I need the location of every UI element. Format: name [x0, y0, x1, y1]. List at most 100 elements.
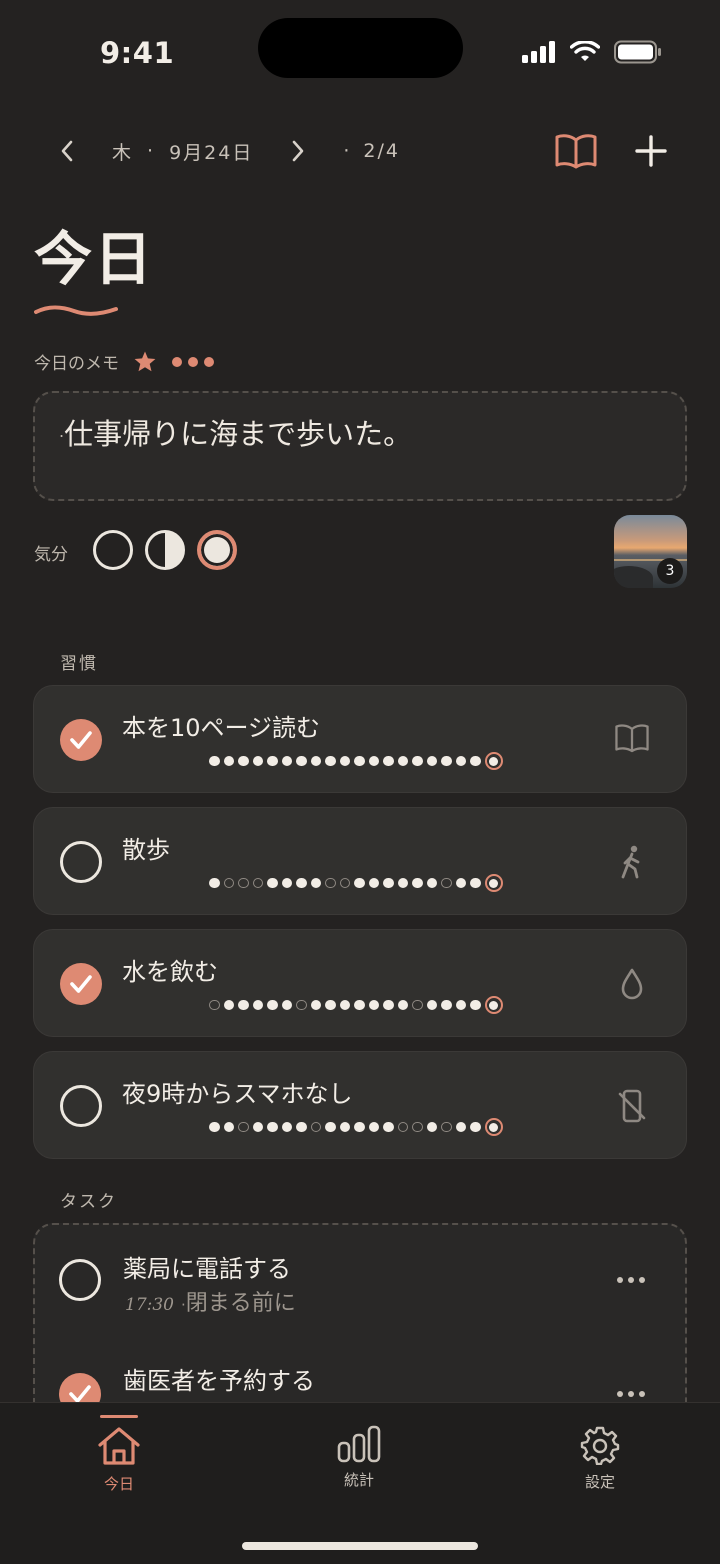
history-dot-done	[281, 999, 292, 1011]
history-dot-done	[397, 755, 408, 767]
history-dot-done	[354, 755, 365, 767]
more-dots-icon[interactable]	[171, 356, 215, 368]
date-label: 9月24日	[169, 141, 254, 164]
history-dot-done	[397, 999, 408, 1011]
task-more-button[interactable]	[617, 1277, 645, 1283]
habit-title: 水を飲む	[122, 958, 218, 986]
history-dot-done	[310, 999, 321, 1011]
next-day-button[interactable]	[287, 140, 309, 162]
history-dot-missed	[441, 1121, 452, 1133]
history-dot-done	[397, 877, 408, 889]
history-dot-done	[223, 755, 234, 767]
history-dot-today	[484, 996, 503, 1014]
habit-card[interactable]: 散歩	[33, 807, 687, 915]
history-dot-done	[383, 999, 394, 1011]
history-dot-done	[238, 999, 249, 1011]
history-dot-done	[325, 755, 336, 767]
history-dot-done	[296, 755, 307, 767]
task-time: 17:30	[125, 1295, 174, 1315]
history-dot-done	[209, 877, 220, 889]
walk-icon	[621, 845, 640, 879]
chevron-right-icon	[293, 140, 304, 162]
history-dot-done	[267, 877, 278, 889]
add-button[interactable]	[634, 132, 668, 174]
task-more-button[interactable]	[617, 1391, 645, 1397]
chevron-left-icon	[61, 140, 73, 162]
mood-mid-option[interactable]	[145, 530, 185, 570]
dot	[617, 1277, 623, 1283]
history-dot-done	[252, 755, 263, 767]
habit-history-dots	[209, 1118, 503, 1136]
habit-icon-container	[614, 966, 650, 1006]
title-underline-squiggle	[34, 305, 118, 316]
no-phone-icon	[618, 1089, 646, 1123]
tab-today-label: 今日	[103, 1475, 134, 1493]
active-tab-indicator	[100, 1415, 138, 1418]
history-dot-missed	[296, 999, 307, 1011]
habit-card[interactable]: 夜9時からスマホなし	[33, 1051, 687, 1159]
history-dot-missed	[223, 877, 234, 889]
dot	[639, 1277, 645, 1283]
habit-history-dots	[209, 996, 503, 1014]
history-dot-done	[310, 877, 321, 889]
history-dot-done	[209, 755, 220, 767]
history-dot-missed	[412, 1121, 423, 1133]
mood-low-option[interactable]	[93, 530, 133, 570]
photo-thumbnail[interactable]: 3	[614, 515, 687, 588]
tab-settings[interactable]: 設定	[540, 1425, 660, 1492]
tab-stats-label: 統計	[343, 1471, 374, 1489]
history-dot-done	[470, 755, 481, 767]
dot	[628, 1277, 634, 1283]
habit-card[interactable]: 水を飲む	[33, 929, 687, 1037]
history-dot-done	[281, 755, 292, 767]
habit-icon-container	[614, 1088, 650, 1128]
mood-label: 気分	[34, 545, 68, 565]
tab-stats[interactable]: 統計	[299, 1425, 419, 1490]
memo-header: 今日のメモ	[34, 349, 215, 374]
home-indicator[interactable]	[242, 1542, 478, 1550]
task-checkbox[interactable]	[59, 1259, 101, 1301]
page-indicator: 2/4	[363, 140, 400, 162]
task-item[interactable]: 薬局に電話する 17:30 ·閉まる前に	[35, 1225, 685, 1335]
dynamic-island	[258, 18, 463, 78]
history-dot-missed	[252, 877, 263, 889]
history-dot-done	[354, 877, 365, 889]
task-note: 閉まる前に	[185, 1291, 296, 1316]
habit-title: 本を10ページ読む	[122, 714, 321, 742]
habit-icon-container	[614, 844, 650, 884]
weekday-label: 木	[112, 141, 134, 164]
history-dot-done	[441, 999, 452, 1011]
habit-checkbox[interactable]	[60, 1085, 102, 1127]
habit-checkbox[interactable]	[60, 841, 102, 883]
star-icon[interactable]	[133, 350, 157, 374]
history-dot-done	[441, 755, 452, 767]
memo-textarea[interactable]: ·仕事帰りに海まで歩いた。	[33, 391, 687, 501]
history-dot-done	[426, 877, 437, 889]
habits-section-label: 習慣	[60, 654, 98, 674]
habit-card[interactable]: 本を10ページ読む	[33, 685, 687, 793]
history-dot-done	[339, 755, 350, 767]
habit-checkbox[interactable]	[60, 719, 102, 761]
habit-checkbox[interactable]	[60, 963, 102, 1005]
task-subtitle: 17:30 ·閉まる前に	[125, 1285, 296, 1317]
history-dot-done	[368, 755, 379, 767]
history-dot-missed	[325, 877, 336, 889]
history-dot-done	[426, 999, 437, 1011]
history-dot-done	[209, 1121, 220, 1133]
mood-high-option-selected[interactable]	[197, 530, 237, 570]
journal-button[interactable]	[554, 132, 598, 174]
history-dot-missed	[441, 877, 452, 889]
previous-day-button[interactable]	[56, 140, 78, 162]
plus-icon	[635, 135, 667, 167]
tab-today[interactable]: 今日	[59, 1425, 179, 1494]
checkmark-icon	[70, 975, 92, 993]
history-dot-done	[296, 1121, 307, 1133]
history-dot-done	[470, 1121, 481, 1133]
status-time: 9:41	[100, 36, 175, 70]
history-dot-done	[339, 1121, 350, 1133]
history-dot-done	[383, 755, 394, 767]
history-dot-done	[339, 999, 350, 1011]
history-dot-done	[368, 877, 379, 889]
history-dot-done	[470, 877, 481, 889]
history-dot-done	[267, 1121, 278, 1133]
